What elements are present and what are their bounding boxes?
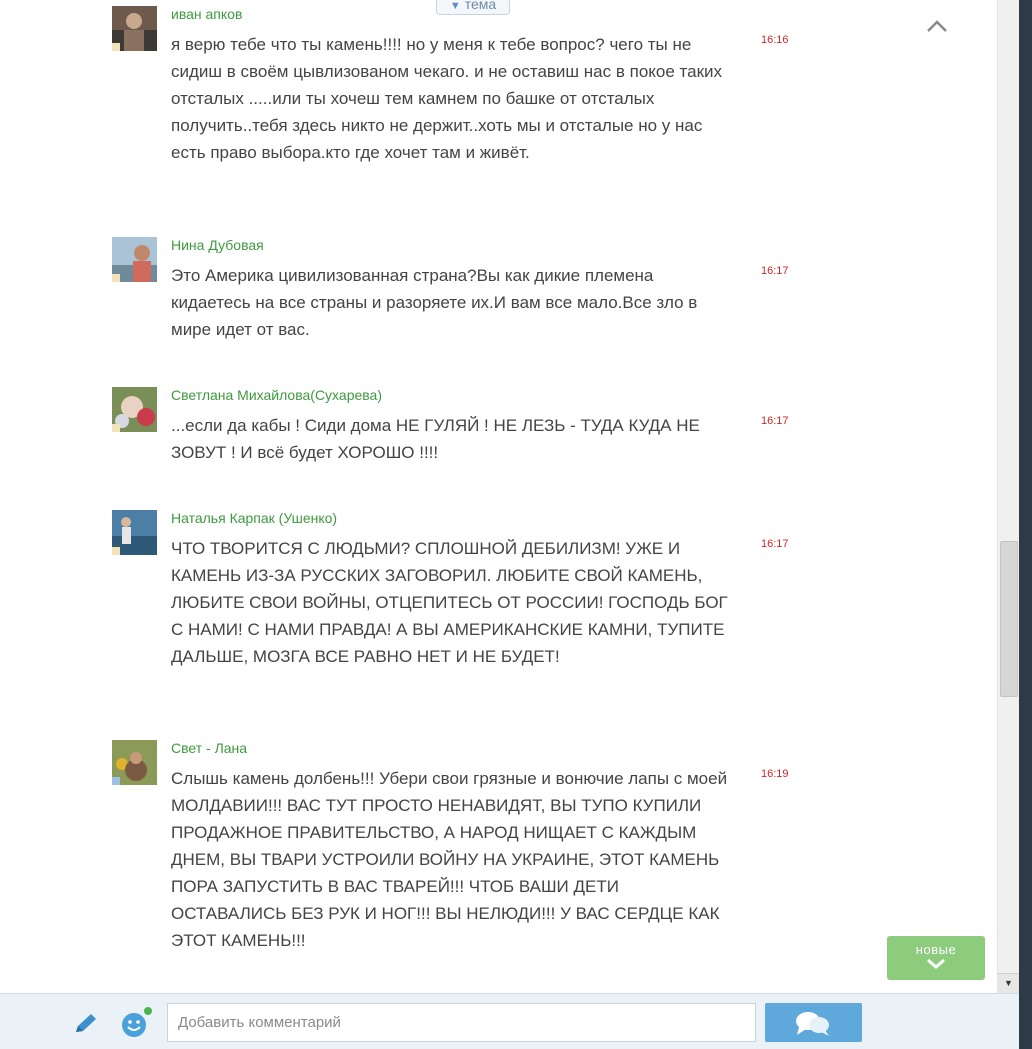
topic-tab[interactable]: ▼ тема bbox=[436, 0, 510, 15]
send-comment-button[interactable] bbox=[765, 1003, 862, 1042]
avatar[interactable] bbox=[112, 387, 157, 432]
comment-composer bbox=[0, 993, 1019, 1049]
comment-time: 16:17 bbox=[761, 265, 789, 277]
chevron-up-icon bbox=[927, 20, 947, 32]
scrollbar-thumb[interactable] bbox=[1000, 541, 1018, 697]
comment-author[interactable]: Светлана Михайлова(Сухарева) bbox=[171, 387, 382, 403]
comment-time: 16:17 bbox=[761, 538, 789, 550]
new-comments-button[interactable]: новые bbox=[887, 936, 985, 980]
scrollbar[interactable]: ▼ bbox=[997, 0, 1019, 993]
scroll-down-arrow[interactable]: ▼ bbox=[998, 973, 1019, 993]
new-comments-label: новые bbox=[915, 942, 957, 957]
comment-time: 16:16 bbox=[761, 34, 789, 46]
pencil-icon[interactable] bbox=[72, 1012, 100, 1036]
comment-author[interactable]: иван апков bbox=[171, 6, 242, 22]
comments-panel: ▼ тема иван апков 16:16 я верю тебе что т… bbox=[0, 0, 1032, 1049]
window-edge bbox=[1019, 0, 1032, 1049]
topic-tab-label: тема bbox=[464, 0, 497, 12]
avatar[interactable] bbox=[112, 740, 157, 785]
comment-text: ...если да кабы ! Сиди дома НЕ ГУЛЯЙ ! Н… bbox=[171, 416, 700, 462]
avatar[interactable] bbox=[112, 237, 157, 282]
comment-time: 16:17 bbox=[761, 415, 789, 427]
comment-author[interactable]: Нина Дубовая bbox=[171, 237, 264, 253]
comment-author[interactable]: Наталья Карпак (Ушенко) bbox=[171, 510, 337, 526]
comment-input[interactable] bbox=[167, 1003, 756, 1042]
collapse-button[interactable] bbox=[924, 14, 950, 40]
chat-bubbles-icon bbox=[796, 1012, 829, 1036]
triangle-down-icon: ▼ bbox=[449, 0, 461, 12]
smiley-icon[interactable] bbox=[120, 1006, 154, 1040]
comment-time: 16:19 bbox=[761, 768, 789, 780]
chevron-down-icon bbox=[927, 958, 945, 969]
avatar[interactable] bbox=[112, 510, 157, 555]
comment-text: ЧТО ТВОРИТСЯ С ЛЮДЬМИ? СПЛОШНОЙ ДЕБИЛИЗМ… bbox=[171, 539, 728, 666]
comment-author[interactable]: Свет - Лана bbox=[171, 740, 247, 756]
avatar[interactable] bbox=[112, 6, 157, 51]
comment-text: Слышь камень долбень!!! Убери свои грязн… bbox=[171, 769, 728, 950]
comment-text: я верю тебе что ты камень!!!! но у меня … bbox=[171, 35, 723, 162]
comment-text: Это Америка цивилизованная страна?Вы как… bbox=[171, 266, 698, 339]
